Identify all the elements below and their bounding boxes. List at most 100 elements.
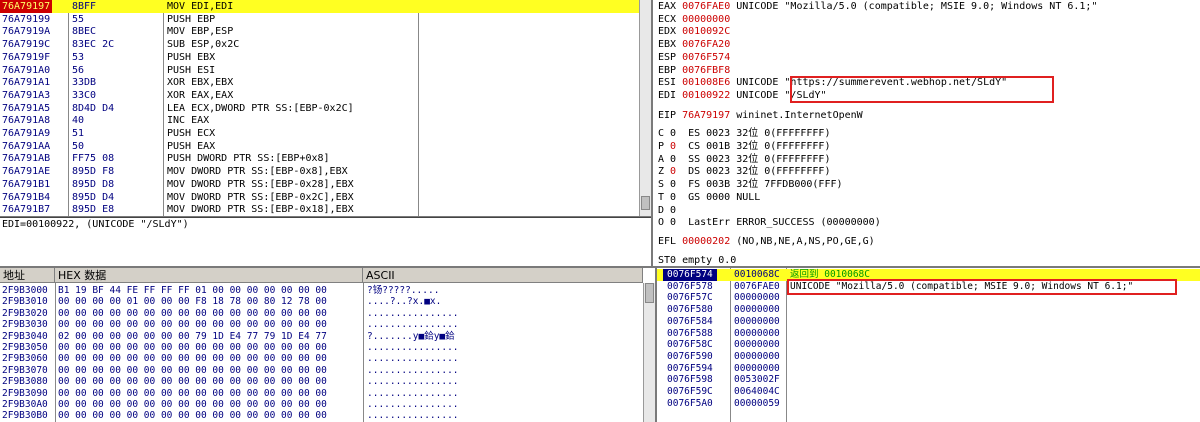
- stack-row[interactable]: 0076F580 00000000: [657, 304, 1200, 316]
- disasm-row[interactable]: 76A791B4 895D D4 MOV DWORD PTR SS:[EBP-0x2…: [0, 191, 651, 204]
- dump-hex-bytes: 00 00 00 00 01 00 00 00 F8 18 78 00 80 1…: [58, 296, 327, 308]
- flag-row[interactable]: P 0 CS 001B 32位 0(FFFFFFFF): [658, 141, 830, 153]
- flag-row[interactable]: A 0 SS 0023 32位 0(FFFFFFFF): [658, 154, 830, 166]
- stack-row[interactable]: 0076F590 00000000: [657, 351, 1200, 363]
- flag-row[interactable]: D0: [658, 205, 688, 217]
- scrollbar-thumb[interactable]: [641, 196, 650, 210]
- disasm-scrollbar[interactable]: [639, 0, 651, 216]
- disasm-row[interactable]: 76A79197 8BFF MOV EDI,EDI: [0, 0, 651, 13]
- disasm-row[interactable]: 76A791A8 40 INC EAX: [0, 114, 651, 127]
- disasm-row[interactable]: 76A7919C 83EC 2C SUB ESP,0x2C: [0, 38, 651, 51]
- stack-value: 0076FAE0: [734, 280, 780, 292]
- register-row[interactable]: EBP 0076FBF8: [658, 65, 730, 77]
- instruction-address: 76A791A8: [2, 115, 51, 127]
- register-row[interactable]: EBX 0076FA20: [658, 39, 730, 51]
- register-value[interactable]: 76A79197: [682, 110, 730, 121]
- stack-address: 0076F590: [667, 350, 713, 362]
- register-value[interactable]: 0076F574: [682, 52, 730, 63]
- dump-hex-bytes: 02 00 00 00 00 00 00 00 79 1D E4 77 79 1…: [58, 330, 327, 342]
- stack-row[interactable]: 0076F5A0 00000059: [657, 398, 1200, 410]
- flag-row[interactable]: S 0 FS 003B 32位 7FFDB000(FFF): [658, 179, 843, 191]
- disasm-row[interactable]: 76A7919A 8BEC MOV EBP,ESP: [0, 25, 651, 38]
- stack-row[interactable]: 0076F584 00000000: [657, 316, 1200, 328]
- scrollbar-thumb[interactable]: [645, 283, 654, 303]
- register-row[interactable]: EDX 0010092C: [658, 26, 730, 38]
- instruction-text: PUSH DWORD PTR SS:[EBP+0x8]: [167, 153, 330, 165]
- stack-address: 0076F598: [667, 374, 713, 386]
- flag-value[interactable]: 0: [670, 192, 676, 203]
- register-value[interactable]: 0076FAE0: [682, 1, 730, 12]
- instruction-bytes: 40: [72, 115, 85, 127]
- flag-value[interactable]: 0: [670, 217, 676, 228]
- register-name: EAX: [658, 1, 677, 12]
- dump-address: 2F9B30A0: [2, 399, 48, 410]
- register-name: EDI: [658, 89, 677, 101]
- disasm-row[interactable]: 76A7919F 53 PUSH EBX: [0, 51, 651, 64]
- disasm-row[interactable]: 76A791A5 8D4D D4 LEA ECX,DWORD PTR SS:[EBP…: [0, 102, 651, 115]
- register-row[interactable]: EFL 00000202 (NO,NB,NE,A,NS,PO,GE,G): [658, 236, 875, 248]
- stack-row[interactable]: 0076F588 00000000: [657, 328, 1200, 340]
- flag-value[interactable]: 0: [670, 179, 676, 190]
- register-row[interactable]: EIP 76A79197 wininet.InternetOpenW: [658, 110, 863, 122]
- dump-header-hex[interactable]: HEX 数据: [55, 268, 363, 283]
- register-value[interactable]: 001008E6: [682, 77, 730, 88]
- disasm-row[interactable]: 76A791A0 56 PUSH ESI: [0, 64, 651, 77]
- instruction-bytes: 895D D8: [72, 178, 115, 190]
- flag-value[interactable]: 0: [670, 128, 676, 139]
- register-value[interactable]: 00100922: [682, 90, 730, 101]
- register-row[interactable]: EAX 0076FAE0 UNICODE "Mozilla/5.0 (compati…: [658, 1, 1097, 13]
- register-value[interactable]: 0076FBF8: [682, 65, 730, 76]
- instruction-text: XOR EBX,EBX: [167, 77, 234, 89]
- register-value[interactable]: 00000202: [682, 236, 730, 247]
- segment-selector: 0023: [706, 166, 731, 178]
- disasm-row[interactable]: 76A791B7 895D E8 MOV DWORD PTR SS:[EBP-0x1…: [0, 203, 651, 216]
- register-value[interactable]: 00000000: [682, 14, 730, 25]
- column-divider: [363, 283, 364, 422]
- register-row[interactable]: ESP 0076F574: [658, 52, 730, 64]
- register-value[interactable]: 0076FA20: [682, 39, 730, 50]
- dump-header-ascii[interactable]: ASCII: [363, 268, 643, 283]
- register-row[interactable]: ECX 00000000: [658, 14, 730, 26]
- flag-row[interactable]: O 0 LastErr ERROR_SUCCESS (00000000): [658, 217, 881, 229]
- segment-bits: 32位: [736, 128, 759, 140]
- disasm-row[interactable]: 76A791AE 895D F8 MOV DWORD PTR SS:[EBP-0x8…: [0, 165, 651, 178]
- flag-name: S: [658, 179, 665, 191]
- flag-value[interactable]: 0: [670, 154, 676, 165]
- segment-name: LastErr: [688, 217, 731, 229]
- flag-row[interactable]: T 0 GS 0000 NULL: [658, 192, 760, 204]
- stack-pane[interactable]: 0076F574 0010068C 返回到 0010068C 0076F578 0076…: [657, 268, 1200, 422]
- register-value[interactable]: 0010092C: [682, 26, 730, 37]
- segment-selector: 001B: [706, 141, 731, 152]
- instruction-address: 76A79199: [2, 13, 51, 25]
- instruction-address: 76A791A9: [2, 128, 51, 139]
- stack-row[interactable]: 0076F594 00000000: [657, 363, 1200, 375]
- flag-name: D: [658, 204, 665, 216]
- flag-row[interactable]: Z 0 DS 0023 32位 0(FFFFFFFF): [658, 166, 830, 178]
- flag-value[interactable]: 0: [670, 205, 676, 216]
- instruction-address: 76A791A5: [2, 102, 51, 114]
- fpu-st0[interactable]: ST0 empty 0.0: [658, 255, 736, 267]
- disasm-row[interactable]: 76A791A1 33DB XOR EBX,EBX: [0, 76, 651, 89]
- flag-row[interactable]: C 0 ES 0023 32位 0(FFFFFFFF): [658, 128, 830, 140]
- flag-value[interactable]: 0: [670, 141, 676, 152]
- disasm-row[interactable]: 76A791A3 33C0 XOR EAX,EAX: [0, 89, 651, 102]
- vertical-splitter[interactable]: [651, 0, 653, 268]
- disasm-row[interactable]: 76A791A9 51 PUSH ECX: [0, 127, 651, 140]
- disasm-row[interactable]: 76A79199 55 PUSH EBP: [0, 13, 651, 26]
- disassembly-pane[interactable]: 76A79197 8BFF MOV EDI,EDI 76A79199 55 PUSH EB…: [0, 0, 651, 216]
- disasm-row[interactable]: 76A791AA 50 PUSH EAX: [0, 140, 651, 153]
- stack-row[interactable]: 0076F59C 0064004C: [657, 386, 1200, 398]
- stack-row[interactable]: 0076F598 0053002F: [657, 374, 1200, 386]
- disasm-row[interactable]: 76A791AB FF75 08 PUSH DWORD PTR SS:[EBP+0x…: [0, 152, 651, 165]
- segment-selector: 0000: [706, 191, 731, 203]
- dump-header-address[interactable]: 地址: [0, 268, 55, 283]
- dump-scrollbar[interactable]: [643, 283, 655, 422]
- disasm-row[interactable]: 76A791B1 895D D8 MOV DWORD PTR SS:[EBP-0x2…: [0, 178, 651, 191]
- memory-dump-pane[interactable]: 地址 HEX 数据 ASCII 2F9B3000 B1 19 BF 44 FE F…: [0, 268, 655, 422]
- instruction-address: 76A791A1: [2, 77, 51, 89]
- stack-row[interactable]: 0076F58C 00000000: [657, 339, 1200, 351]
- flag-value[interactable]: 0: [670, 166, 676, 177]
- instruction-text: PUSH ECX: [167, 128, 216, 139]
- instruction-bytes: 56: [72, 64, 85, 76]
- registers-pane[interactable]: EAX 0076FAE0 UNICODE "Mozilla/5.0 (compati…: [654, 0, 1200, 267]
